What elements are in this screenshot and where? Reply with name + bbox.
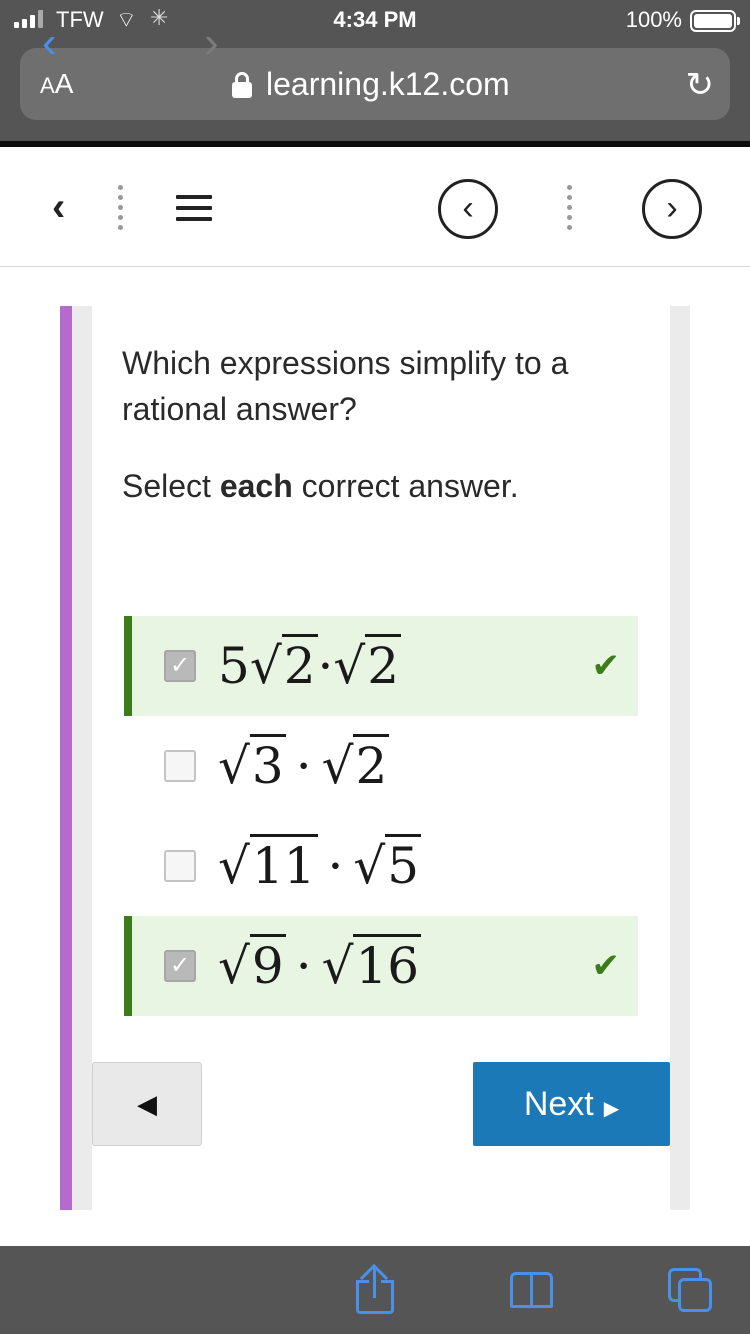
radicand: 5 bbox=[385, 834, 422, 895]
correct-check-icon: ✔ bbox=[591, 647, 621, 685]
status-bar: TFW ⌔ ✳ 4:34 PM 100% bbox=[0, 0, 750, 40]
radicand: 2 bbox=[281, 634, 318, 695]
sqrt-icon: √ bbox=[218, 837, 250, 895]
expression: √9 · √16 bbox=[218, 934, 422, 996]
checkbox-unchecked[interactable] bbox=[164, 750, 196, 782]
expression: √3 · √2 bbox=[218, 734, 390, 796]
radicand: 3 bbox=[249, 734, 286, 795]
circle-chevron-right-icon: › bbox=[666, 189, 678, 227]
instruction-suffix: correct answer. bbox=[292, 468, 519, 504]
address-bar[interactable]: AA learning.k12.com ↻ bbox=[20, 48, 730, 120]
instruction-text: Select each correct answer. bbox=[122, 468, 519, 505]
expression: √11 · √5 bbox=[218, 834, 422, 896]
answer-option-1[interactable]: ✓ 5√2·√2 ✔ bbox=[124, 616, 638, 716]
radicand: 2 bbox=[353, 734, 390, 795]
expression: 5√2·√2 bbox=[218, 634, 402, 696]
circle-chevron-left-icon: ‹ bbox=[462, 189, 474, 227]
checkbox-checked[interactable]: ✓ bbox=[164, 950, 196, 982]
next-arrow-icon: ▶ bbox=[603, 1098, 620, 1120]
next-button[interactable]: Next ▶ bbox=[473, 1062, 670, 1146]
answer-option-2[interactable]: √3 · √2 bbox=[124, 716, 638, 816]
radicand: 2 bbox=[365, 634, 402, 695]
battery-icon bbox=[690, 10, 740, 32]
app-toolbar: ‹ ‹ › bbox=[0, 147, 750, 267]
sqrt-icon: √ bbox=[321, 737, 354, 795]
checkbox-unchecked[interactable] bbox=[164, 850, 196, 882]
bookmarks-icon[interactable] bbox=[510, 1272, 556, 1308]
browser-forward-icon[interactable]: › bbox=[204, 18, 219, 68]
browser-back-icon[interactable]: ‹ bbox=[42, 18, 57, 68]
radicand: 9 bbox=[249, 934, 286, 995]
browser-chrome: TFW ⌔ ✳ 4:34 PM 100% AA learning.k12.com… bbox=[0, 0, 750, 141]
battery-percent: 100% bbox=[625, 7, 682, 32]
accent-stripe bbox=[60, 306, 72, 1210]
sqrt-icon: √ bbox=[218, 937, 250, 995]
correct-check-icon: ✔ bbox=[591, 947, 621, 985]
sqrt-icon: √ bbox=[321, 937, 354, 995]
checkbox-checked[interactable]: ✓ bbox=[164, 650, 196, 682]
chevron-left-icon[interactable]: ‹ bbox=[52, 187, 65, 227]
previous-activity-button[interactable]: ‹ bbox=[438, 179, 498, 239]
separator-dots bbox=[118, 185, 124, 230]
sqrt-icon: √ bbox=[353, 837, 386, 895]
sqrt-icon: √ bbox=[249, 637, 282, 695]
sqrt-icon: √ bbox=[333, 637, 366, 695]
sqrt-icon: √ bbox=[218, 737, 250, 795]
answer-option-3[interactable]: √11 · √5 bbox=[124, 816, 638, 916]
menu-icon[interactable] bbox=[176, 195, 212, 228]
share-icon[interactable] bbox=[356, 1263, 394, 1314]
coefficient: 5 bbox=[218, 637, 250, 695]
lock-icon bbox=[232, 72, 252, 98]
previous-button[interactable]: ◀ bbox=[92, 1062, 202, 1146]
instruction-bold: each bbox=[219, 468, 293, 504]
instruction-prefix: Select bbox=[122, 468, 220, 504]
radicand: 16 bbox=[353, 934, 422, 995]
separator-dots bbox=[567, 185, 573, 230]
text-size-button[interactable]: AA bbox=[40, 68, 73, 100]
url-text[interactable]: learning.k12.com bbox=[266, 66, 510, 103]
previous-arrow-icon: ◀ bbox=[137, 1089, 157, 1119]
tabs-icon[interactable] bbox=[668, 1268, 714, 1312]
answer-option-4[interactable]: ✓ √9 · √16 ✔ bbox=[124, 916, 638, 1016]
reload-icon[interactable]: ↻ bbox=[686, 68, 715, 102]
next-activity-button[interactable]: › bbox=[642, 179, 702, 239]
question-text: Which expressions simplify to a rational… bbox=[122, 345, 569, 427]
radicand: 11 bbox=[249, 834, 318, 895]
next-label: Next bbox=[523, 1085, 594, 1123]
